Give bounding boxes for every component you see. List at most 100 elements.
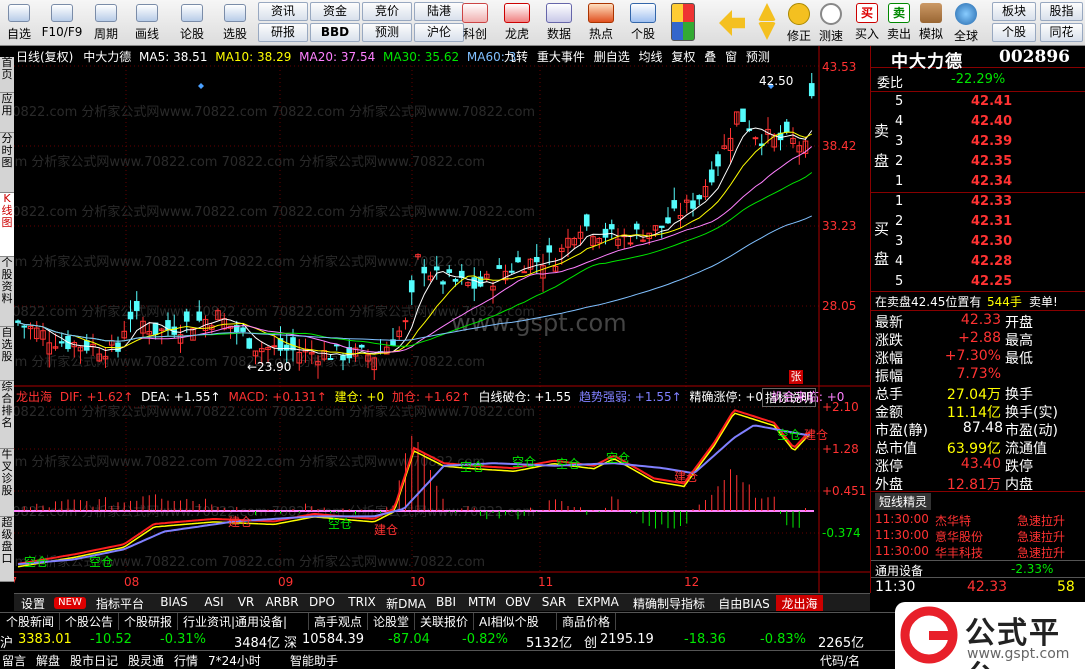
global-button[interactable]: 全球 (950, 2, 982, 44)
tab-level2[interactable]: 超级盘口 (0, 517, 14, 582)
draw-line-button[interactable]: 画线 (128, 2, 166, 44)
sell-price[interactable]: 42.40 (971, 114, 1012, 129)
info-tab-6[interactable]: 关联报价 (416, 613, 474, 630)
indicator-tab-3[interactable]: BIAS (154, 595, 194, 611)
indicator-name[interactable]: 龙出海 (16, 390, 52, 404)
research-button[interactable]: 研报 (258, 23, 308, 42)
major-events-button[interactable]: 重大事件 (537, 50, 585, 64)
news-button[interactable]: 资讯 (258, 2, 308, 21)
sell-price[interactable]: 42.41 (971, 94, 1012, 109)
indicator-tab-17[interactable]: 龙出海 (776, 595, 823, 611)
single-stock-button[interactable]: 个股 (992, 23, 1036, 42)
simulate-button[interactable]: 模拟 (916, 2, 946, 44)
discuss-button[interactable]: 论股 (172, 2, 212, 44)
indicator-tab-5[interactable]: VR (234, 595, 258, 611)
star-market-button[interactable]: 科创 (456, 2, 494, 44)
indicator-tab-6[interactable]: ARBR (262, 595, 302, 611)
f10-button[interactable]: F10/F9 (40, 2, 84, 44)
stock-screen-button[interactable]: 选股 (216, 2, 254, 44)
buy-price[interactable]: 42.25 (971, 274, 1012, 289)
alert-stock[interactable]: 杰华特 (935, 512, 971, 529)
info-tab-4[interactable]: 高手观点 (310, 613, 368, 630)
tab-home[interactable]: 首页 (0, 57, 14, 93)
sell-price[interactable]: 42.39 (971, 134, 1012, 149)
period-button[interactable]: 周期 (88, 2, 124, 44)
indicator-tab-10[interactable]: BBI (430, 595, 462, 611)
forecast-chart-button[interactable]: 预测 (746, 50, 770, 64)
indicator-tab-14[interactable]: EXPMA (574, 595, 622, 611)
buy-button[interactable]: 买买入 (852, 2, 882, 44)
info-tab-3[interactable]: 行业资讯|通用设备| (179, 613, 309, 630)
indicator-tab-2[interactable]: 指标平台 (90, 595, 150, 611)
correct-button[interactable]: 修正 (784, 2, 814, 44)
status-item-3[interactable]: 股灵通 (128, 652, 164, 669)
dragon-tiger-button[interactable]: 龙虎 (498, 2, 536, 44)
alert-stock[interactable]: 意华股份 (935, 528, 983, 545)
tab-intraday[interactable]: 分时图 (0, 133, 14, 193)
indicator-tab-9[interactable]: 新DMA (386, 595, 426, 611)
overlay-button[interactable]: 叠 (704, 50, 716, 64)
status-item-2[interactable]: 股市日记 (70, 652, 118, 669)
indicator-tab-12[interactable]: OBV (502, 595, 534, 611)
tab-diagnosis[interactable]: 牛叉诊股 (0, 449, 14, 517)
nine-turn-button[interactable]: 九转 (504, 50, 528, 64)
status-item-5[interactable]: 7*24小时 (208, 652, 261, 669)
ma-settings-button[interactable]: 均线 (639, 50, 663, 64)
remove-watchlist-button[interactable]: 删自选 (594, 50, 630, 64)
buy-price[interactable]: 42.28 (971, 254, 1012, 269)
tab-kline[interactable]: K线图 (0, 193, 14, 257)
buy-price[interactable]: 42.33 (971, 194, 1012, 209)
indicator-tab-11[interactable]: MTM (466, 595, 498, 611)
alert-stock[interactable]: 华丰科技 (935, 544, 983, 561)
info-tab-1[interactable]: 个股公告 (61, 613, 119, 630)
indicator-tab-0[interactable]: 设置 (16, 595, 50, 611)
status-item-6[interactable]: 智能助手 (290, 652, 338, 669)
indicator-tab-8[interactable]: TRIX (342, 595, 382, 611)
indicator-tab-1[interactable]: NEW (54, 597, 86, 609)
indicator-tab-15[interactable]: 精确制导指标 (626, 595, 712, 611)
alert-title[interactable]: 短线精灵 (875, 493, 932, 510)
indicator-tab-13[interactable]: SAR (538, 595, 570, 611)
info-tab-0[interactable]: 个股新闻 (2, 613, 60, 630)
window-button[interactable]: 窗 (725, 50, 737, 64)
indicator-tab-7[interactable]: DPO (306, 595, 338, 611)
indicator-help-button[interactable]: 指标说明 (762, 388, 817, 407)
index-futures-button[interactable]: 股指 (1040, 2, 1083, 21)
info-tab-5[interactable]: 论股堂 (369, 613, 415, 630)
kline-chart-area[interactable]: 70822.com 分析家公式网www.70822.com 70822.com … (14, 46, 870, 593)
back-button[interactable] (716, 2, 748, 44)
kline-type-label[interactable]: 日线(复权) (16, 50, 73, 64)
status-item-0[interactable]: 留言 (2, 652, 26, 669)
info-tab-7[interactable]: AI相似个股 (475, 613, 557, 630)
indicator-tab-16[interactable]: 自由BIAS (716, 595, 772, 611)
sector-row[interactable]: 通用设备 -2.33% (871, 560, 1085, 578)
hot-button[interactable]: 热点 (582, 2, 620, 44)
watchlist-button[interactable]: 自选 (2, 2, 36, 44)
fund-button[interactable]: 资金 (310, 2, 360, 21)
sell-button[interactable]: 卖卖出 (884, 2, 914, 44)
indicator-tab-4[interactable]: ASI (198, 595, 230, 611)
tab-apps[interactable]: 应用 (0, 93, 14, 133)
auction-button[interactable]: 竞价 (362, 2, 412, 21)
bbd-button[interactable]: BBD (310, 23, 360, 42)
tab-watchlist[interactable]: 自选股 (0, 327, 14, 381)
sector-button[interactable]: 板块 (992, 2, 1036, 21)
up-down-button[interactable] (754, 2, 780, 44)
sell-price[interactable]: 42.35 (971, 154, 1012, 169)
info-tab-8[interactable]: 商品价格 (558, 613, 616, 630)
tab-profile[interactable]: 个股资料 (0, 257, 14, 327)
status-item-1[interactable]: 解盘 (36, 652, 60, 669)
status-item-4[interactable]: 行情 (174, 652, 198, 669)
status-item-7[interactable]: 代码/名 (820, 652, 860, 669)
buy-price[interactable]: 42.31 (971, 214, 1012, 229)
adjust-button[interactable]: 复权 (671, 50, 695, 64)
grid-button[interactable] (668, 2, 698, 44)
buy-price[interactable]: 42.30 (971, 234, 1012, 249)
forecast-button[interactable]: 预测 (362, 23, 412, 42)
tab-ranking[interactable]: 综合排名 (0, 381, 14, 449)
stock-button[interactable]: 个股 (624, 2, 662, 44)
sell-price[interactable]: 42.34 (971, 174, 1012, 189)
tonghua-button[interactable]: 同花 (1040, 23, 1083, 42)
info-tab-2[interactable]: 个股研报 (120, 613, 178, 630)
speed-test-button[interactable]: 测速 (816, 2, 846, 44)
